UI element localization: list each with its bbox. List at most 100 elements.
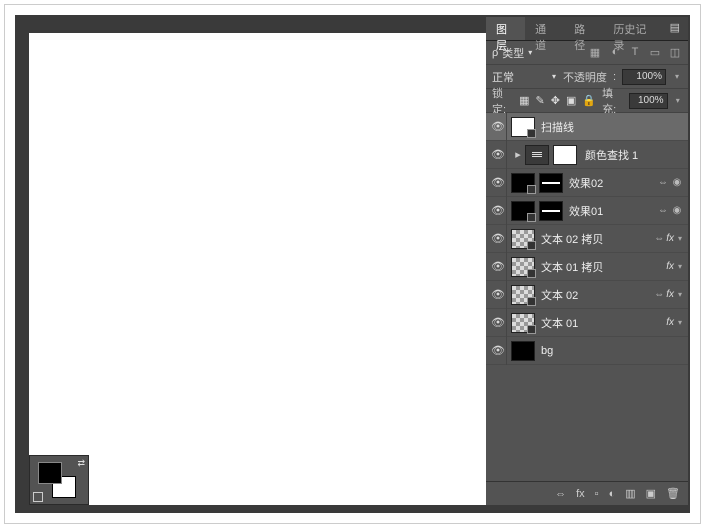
layer-name[interactable]: 扫描线	[539, 119, 684, 135]
blend-row: 正常 ▾ 不透明度 : 100% ▾	[486, 65, 688, 89]
layer-row[interactable]: 👁效果02⇔◉	[486, 169, 688, 197]
layer-thumbnail[interactable]	[511, 201, 535, 221]
new-group-icon[interactable]: ▥	[625, 487, 635, 500]
opacity-input[interactable]: 100%	[622, 69, 666, 85]
tab-paths[interactable]: 路径	[564, 17, 603, 40]
layer-mask-thumbnail[interactable]	[539, 173, 563, 193]
visibility-eye-icon[interactable]: 👁	[490, 316, 506, 329]
chevron-down-icon[interactable]: ▾	[672, 72, 682, 81]
tab-layers[interactable]: 图层	[486, 17, 525, 40]
layer-row[interactable]: 👁 文本 02⇔fx ▾	[486, 281, 688, 309]
chevron-down-icon: ▾	[552, 72, 556, 81]
visibility-eye-icon[interactable]: 👁	[490, 120, 506, 133]
layer-thumbnail[interactable]	[511, 229, 535, 249]
layer-name[interactable]: bg	[539, 345, 684, 357]
swap-colors-icon[interactable]: ⇄	[77, 458, 85, 469]
layer-name[interactable]: 文本 02	[539, 287, 652, 303]
lock-artboard-icon[interactable]: ▣	[566, 94, 576, 107]
link-indicator-icon: ⇔	[656, 205, 670, 216]
panel-menu-icon[interactable]: ▤	[662, 17, 688, 40]
visibility-eye-icon[interactable]: 👁	[490, 232, 506, 245]
link-indicator-icon: ◉	[670, 177, 684, 188]
layer-thumbnail[interactable]	[525, 145, 549, 165]
document-canvas[interactable]	[29, 33, 491, 505]
layer-thumbnail[interactable]	[511, 173, 535, 193]
fx-expand-icon[interactable]: ▾	[678, 290, 682, 299]
layers-list: 👁扫描线👁▸颜色查找 1👁效果02⇔◉👁效果01⇔◉👁文本 02 拷贝⇔fx▾👁…	[486, 113, 688, 481]
filter-smart-icon[interactable]: ◫	[668, 46, 682, 59]
add-mask-icon[interactable]: ▫	[595, 488, 599, 500]
layer-style-icon[interactable]: fx	[576, 488, 585, 500]
visibility-eye-icon[interactable]: 👁	[490, 288, 506, 301]
delete-layer-icon[interactable]: 🗑	[666, 487, 680, 500]
layer-name[interactable]: 文本 02 拷贝	[539, 231, 652, 247]
layer-thumbnail[interactable]	[511, 117, 535, 137]
filter-prefix: ρ	[492, 47, 498, 59]
filter-shape-icon[interactable]: ▭	[648, 46, 662, 59]
layer-name[interactable]: 文本 01	[539, 315, 666, 331]
fx-expand-icon[interactable]: ▾	[678, 234, 682, 243]
fill-input[interactable]: 100%	[629, 93, 667, 109]
chevron-down-icon[interactable]: ▾	[674, 96, 682, 105]
layer-row[interactable]: 👁 文本 02 拷贝⇔fx ▾	[486, 225, 688, 253]
tab-history[interactable]: 历史记录	[603, 17, 661, 40]
filter-type-dropdown[interactable]: ρ 类型 ▾	[492, 45, 532, 61]
foreground-color-swatch[interactable]	[38, 462, 62, 484]
lock-row: 锁定: ▦ ✎ ✥ ▣ 🔒 填充: 100% ▾	[486, 89, 688, 113]
lock-all-icon[interactable]: 🔒	[582, 94, 596, 107]
link-indicator-icon: ⇔	[652, 289, 666, 300]
layer-row[interactable]: 👁 文本 01fx ▾	[486, 309, 688, 337]
folder-icon[interactable]: ▸	[511, 148, 525, 162]
new-adjustment-icon[interactable]: ◐	[609, 488, 616, 500]
fx-badge: fx	[666, 289, 674, 300]
lock-label: 锁定:	[492, 85, 513, 117]
fill-label: 填充:	[602, 85, 623, 117]
layer-name[interactable]: 颜色查找 1	[583, 147, 684, 163]
color-swatches[interactable]: ⇄	[29, 455, 89, 505]
visibility-eye-icon[interactable]: 👁	[490, 176, 506, 189]
layer-mask-thumbnail[interactable]	[539, 201, 563, 221]
lock-pixels-icon[interactable]: ▦	[519, 94, 529, 107]
link-indicator-icon: ◉	[670, 205, 684, 216]
layer-row[interactable]: 👁 效果01⇔◉	[486, 197, 688, 225]
chevron-down-icon: ▾	[528, 48, 532, 57]
blend-mode-dropdown[interactable]: 正常 ▾	[492, 69, 556, 85]
filter-label: 类型	[502, 45, 524, 61]
app-window: ⇄ 图层 通道 路径 历史记录 ▤ ρ 类型 ▾ ▦ ◐	[15, 15, 690, 513]
layer-row[interactable]: 👁 ▸ 颜色查找 1	[486, 141, 688, 169]
visibility-eye-icon[interactable]: 👁	[490, 148, 506, 161]
link-layers-icon[interactable]: ⇔	[555, 488, 566, 500]
visibility-eye-icon[interactable]: 👁	[490, 204, 506, 217]
fx-expand-icon[interactable]: ▾	[678, 262, 682, 271]
visibility-eye-icon[interactable]: 👁	[490, 260, 506, 273]
visibility-eye-icon[interactable]: 👁	[490, 344, 506, 357]
layer-thumbnail[interactable]	[511, 285, 535, 305]
filter-text-icon[interactable]: T	[628, 46, 642, 59]
filter-pixel-icon[interactable]: ▦	[588, 46, 602, 59]
fx-badge: fx	[666, 233, 674, 244]
layer-thumbnail[interactable]	[511, 313, 535, 333]
layer-row[interactable]: 👁 扫描线	[486, 113, 688, 141]
layer-row[interactable]: 👁 文本 01 拷贝fx ▾	[486, 253, 688, 281]
layer-name[interactable]: 效果01	[567, 203, 656, 219]
layer-name[interactable]: 效果02	[567, 175, 656, 191]
layers-panel: 图层 通道 路径 历史记录 ▤ ρ 类型 ▾ ▦ ◐ T ▭ ◫	[486, 17, 688, 505]
tab-channels[interactable]: 通道	[525, 17, 564, 40]
layer-thumbnail[interactable]	[511, 341, 535, 361]
new-layer-icon[interactable]: ▣	[646, 487, 656, 500]
fx-badge: fx	[666, 317, 674, 328]
layer-row[interactable]: 👁 bg	[486, 337, 688, 365]
lock-position-icon[interactable]: ✥	[551, 94, 560, 107]
fx-badge: fx	[666, 261, 674, 272]
lock-brush-icon[interactable]: ✎	[536, 94, 545, 107]
opacity-label: 不透明度	[563, 69, 607, 85]
default-colors-icon[interactable]	[33, 492, 43, 502]
filter-adjustment-icon[interactable]: ◐	[608, 46, 622, 59]
layer-thumbnail[interactable]	[511, 257, 535, 277]
layer-filter-row: ρ 类型 ▾ ▦ ◐ T ▭ ◫	[486, 41, 688, 65]
fx-expand-icon[interactable]: ▾	[678, 318, 682, 327]
layers-bottom-bar: ⇔ fx ▫ ◐ ▥ ▣ 🗑	[486, 481, 688, 505]
layer-mask-thumbnail[interactable]	[553, 145, 577, 165]
layer-name[interactable]: 文本 01 拷贝	[539, 259, 666, 275]
link-indicator-icon: ⇔	[652, 233, 666, 244]
